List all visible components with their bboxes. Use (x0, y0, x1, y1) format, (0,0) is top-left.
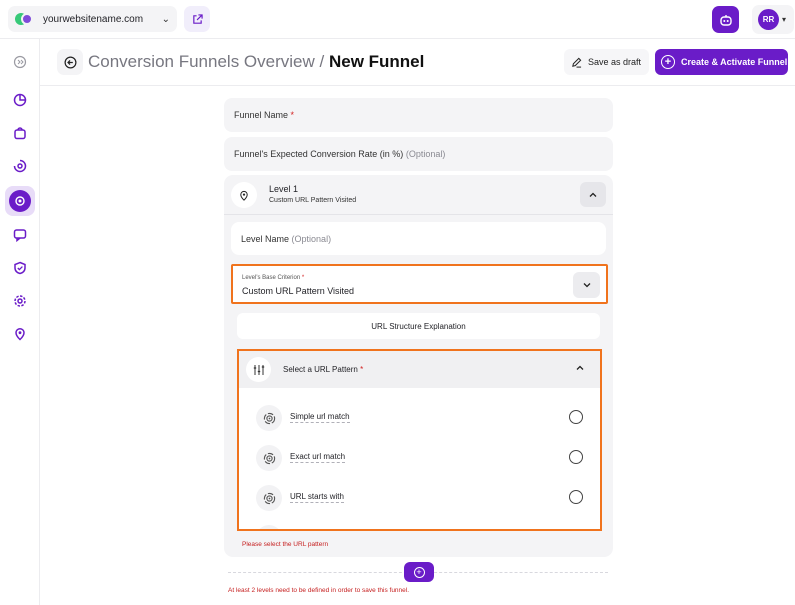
target-icon (256, 445, 282, 471)
location-icon (15, 327, 25, 341)
website-name: yourwebsitename.com (43, 13, 144, 25)
url-pattern-error: Please select the URL pattern (242, 541, 329, 548)
optional-marker: (Optional) (291, 233, 332, 244)
url-pattern-option-starts-with[interactable]: URL starts with (239, 478, 600, 518)
page-title: Conversion Funnels Overview / New Funnel (88, 52, 424, 72)
top-bar: yourwebsitename.com ⌄ RR ▾ (0, 0, 795, 39)
pencil-icon (572, 57, 582, 68)
url-pattern-selector: Select a URL Pattern * Simple url match … (237, 349, 602, 531)
url-pattern-radio[interactable] (569, 450, 583, 464)
breadcrumb-current: New Funnel (328, 52, 425, 71)
chevron-up-icon[interactable] (575, 363, 585, 375)
shopping-bag-icon (14, 127, 26, 140)
level-subtitle: Custom URL Pattern Visited (269, 197, 357, 204)
funnel-name-field[interactable]: Funnel Name * (224, 98, 613, 132)
level-marker (231, 182, 257, 208)
sidebar-item-ecommerce[interactable] (5, 118, 35, 148)
map-pin-icon (240, 190, 248, 201)
level-header[interactable] (224, 175, 613, 215)
sidebar-collapse-button[interactable] (5, 47, 35, 77)
sidebar-item-security[interactable] (5, 253, 35, 283)
url-pattern-option-label: Exact url match (290, 452, 346, 463)
level-collapse-button[interactable] (580, 182, 606, 207)
save-draft-label: Save as draft (588, 57, 642, 67)
settings-icon (14, 295, 26, 307)
assistant-button[interactable] (712, 6, 739, 33)
conversion-rate-label: Funnel's Expected Conversion Rate (in %) (234, 149, 404, 159)
required-marker: * (290, 110, 295, 120)
level-name-label: Level Name (241, 233, 290, 244)
bot-icon (719, 14, 732, 26)
sliders-icon (246, 357, 271, 382)
analytics-icon (13, 159, 27, 173)
url-pattern-option-label: Simple url match (290, 412, 350, 423)
criterion-dropdown-button[interactable] (573, 272, 600, 298)
open-external-button[interactable] (184, 6, 210, 32)
sidebar-item-analytics[interactable] (5, 151, 35, 181)
chat-icon (13, 229, 27, 242)
create-activate-label: Create & Activate Funnel (681, 57, 788, 67)
target-icon (256, 485, 282, 511)
sidebar-item-dashboard[interactable] (5, 85, 35, 115)
chevron-down-icon (583, 283, 590, 288)
external-link-icon (192, 13, 203, 24)
plus-circle-icon: + (413, 566, 425, 578)
funnel-icon (9, 190, 31, 212)
chevron-down-icon: ▾ (782, 15, 787, 24)
site-logo-icon (15, 12, 35, 26)
base-criterion-value: Custom URL Pattern Visited (242, 286, 355, 296)
back-button[interactable] (57, 49, 83, 75)
page-header: Conversion Funnels Overview / New Funnel… (40, 39, 795, 86)
funnel-name-label: Funnel Name (234, 110, 289, 120)
url-pattern-header[interactable]: Select a URL Pattern * (239, 351, 600, 388)
arrow-left-icon (64, 56, 76, 68)
url-pattern-option-simple[interactable]: Simple url match (239, 398, 600, 438)
shield-icon (14, 261, 26, 275)
url-pattern-radio[interactable] (569, 490, 583, 504)
url-pattern-radio[interactable] (569, 410, 583, 424)
add-level-button[interactable]: + (404, 562, 434, 582)
target-icon (256, 525, 282, 529)
user-menu[interactable]: RR ▾ (752, 5, 794, 34)
url-structure-explanation-label: URL Structure Explanation (371, 321, 466, 331)
avatar: RR (758, 9, 779, 30)
base-criterion-select[interactable]: Level's Base Criterion * Custom URL Patt… (231, 264, 608, 304)
url-pattern-radio[interactable] (569, 530, 583, 531)
sidebar-item-location[interactable] (5, 319, 35, 349)
base-criterion-label: Level's Base Criterion * (242, 275, 305, 281)
dashboard-icon (13, 93, 27, 107)
sidebar (0, 39, 40, 605)
sidebar-item-settings[interactable] (5, 286, 35, 316)
target-icon (256, 405, 282, 431)
optional-marker: (Optional) (405, 149, 446, 159)
sidebar-item-messages[interactable] (5, 220, 35, 250)
chevron-up-icon (589, 192, 597, 197)
create-activate-button[interactable]: + Create & Activate Funnel (655, 49, 788, 75)
level-title: Level 1 (269, 184, 299, 194)
conversion-rate-field[interactable]: Funnel's Expected Conversion Rate (in %)… (224, 137, 613, 171)
save-draft-button[interactable]: Save as draft (564, 49, 649, 75)
plus-circle-icon: + (661, 55, 675, 69)
breadcrumb-parent[interactable]: Conversion Funnels Overview (88, 52, 315, 71)
url-structure-explanation-button[interactable]: URL Structure Explanation (237, 313, 600, 339)
url-pattern-option-exact[interactable]: Exact url match (239, 438, 600, 478)
collapse-icon (13, 55, 27, 69)
website-selector[interactable]: yourwebsitename.com ⌄ (8, 6, 177, 32)
levels-error: At least 2 levels need to be defined in … (228, 587, 410, 594)
url-pattern-option-label: URL starts with (290, 492, 344, 503)
sidebar-item-funnels[interactable] (5, 186, 35, 216)
url-pattern-title: Select a URL Pattern * (283, 365, 364, 374)
url-pattern-option-partial[interactable] (239, 518, 600, 531)
breadcrumb-separator: / (319, 52, 325, 71)
chevron-down-icon: ⌄ (161, 13, 170, 25)
level-name-field[interactable]: Level Name (Optional) (231, 222, 606, 255)
